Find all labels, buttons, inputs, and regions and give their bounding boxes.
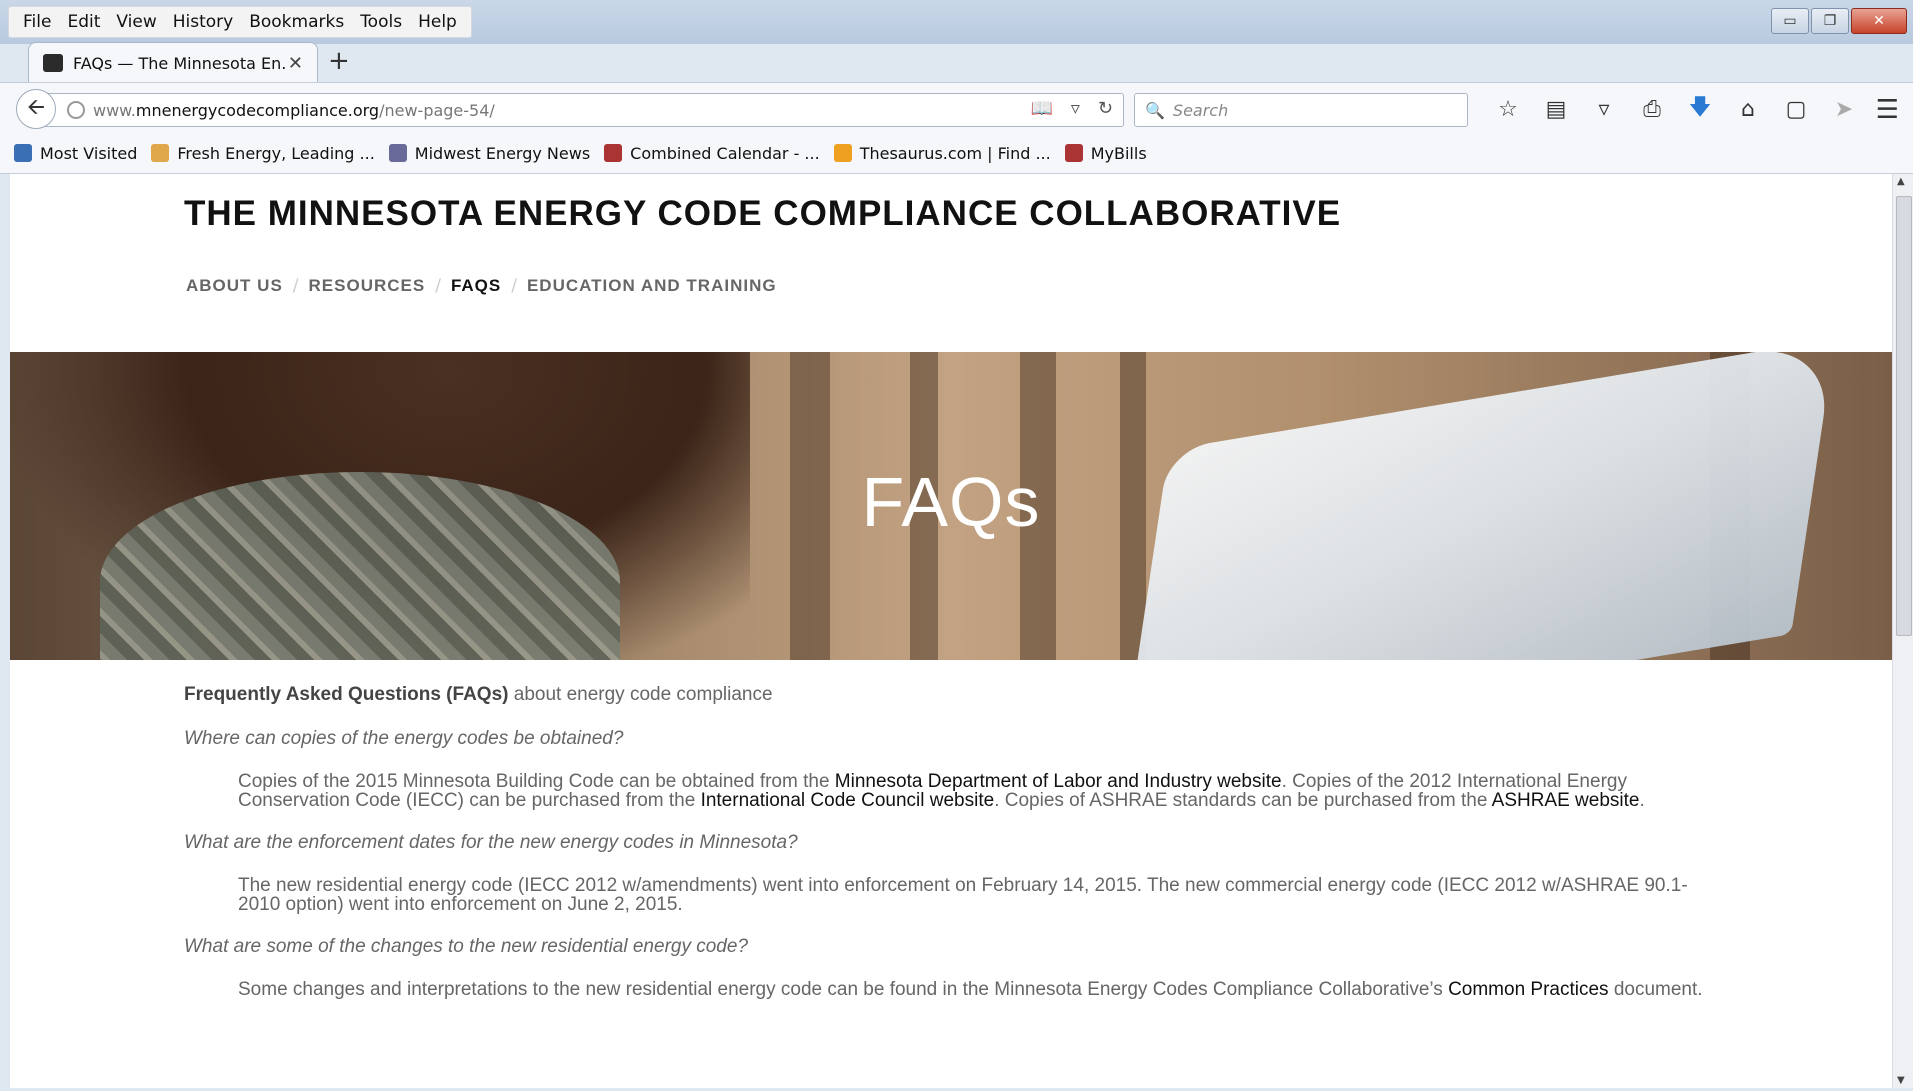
tab-strip: FAQs — The Minnesota En... ✕ + (0, 40, 1913, 83)
navigation-toolbar: www.mnenergycodecompliance.org/new-page-… (0, 82, 1913, 133)
nav-separator: / (435, 276, 441, 296)
scroll-thumb[interactable] (1896, 196, 1912, 636)
url-text[interactable]: www.mnenergycodecompliance.org/new-page-… (93, 101, 495, 120)
site-navigation: ABOUT US / RESOURCES / FAQS / EDUCATION … (186, 276, 777, 296)
bookmark-icon (151, 144, 170, 162)
answer-text: Copies of the 2015 Minnesota Building Co… (238, 771, 835, 792)
intro-bold: Frequently Asked Questions (FAQs) (184, 684, 509, 705)
bookmark-fresh-energy[interactable]: Fresh Energy, Leading ... (151, 144, 375, 163)
nav-separator: / (292, 276, 299, 296)
faq-answer-2: The new residential energy code (IECC 20… (238, 875, 1688, 915)
faq-answer-3: Some changes and interpretations to the … (238, 980, 1708, 999)
pocket-icon[interactable]: ▿ (1580, 95, 1628, 123)
tab-close-icon[interactable]: ✕ (288, 53, 303, 74)
faq-question-2: What are the enforcement dates for the n… (184, 832, 798, 853)
bookmark-icon (388, 144, 407, 162)
scroll-down-arrow-icon[interactable]: ▼ (1897, 1075, 1905, 1086)
restore-button[interactable]: ❐ (1811, 8, 1849, 34)
vertical-scrollbar[interactable]: ▲ ▼ (1892, 174, 1913, 1088)
bookmark-mybills[interactable]: MyBills (1064, 144, 1147, 163)
reload-icon[interactable]: ↻ (1098, 98, 1113, 119)
answer-text: . Copies of ASHRAE standards can be purc… (994, 790, 1492, 811)
answer-text: document. (1608, 979, 1703, 1000)
bookmark-most-visited[interactable]: Most Visited (14, 144, 137, 163)
nav-about-us[interactable]: ABOUT US (186, 276, 283, 296)
bookmark-midwest-energy-news[interactable]: Midwest Energy News (388, 144, 590, 163)
bookmarks-toolbar: Most Visited Fresh Energy, Leading ... M… (0, 133, 1913, 174)
nav-separator: / (511, 276, 517, 296)
bookmark-thesaurus[interactable]: Thesaurus.com | Find ... (833, 144, 1051, 163)
browser-window: File Edit View History Bookmarks Tools H… (0, 0, 1913, 1091)
menu-view[interactable]: View (108, 7, 164, 37)
search-placeholder: Search (1172, 100, 1229, 120)
reader-view-icon[interactable]: 📖 (1030, 98, 1052, 119)
menu-bar: File Edit View History Bookmarks Tools H… (8, 6, 472, 38)
link-icc-website[interactable]: International Code Council website (701, 790, 995, 811)
minimize-button[interactable]: ▭ (1771, 8, 1809, 34)
faq-answer-1: Copies of the 2015 Minnesota Building Co… (238, 772, 1708, 810)
menu-file[interactable]: File (15, 7, 59, 37)
hero-title: FAQs (861, 463, 1041, 541)
faq-question-3: What are some of the changes to the new … (184, 936, 749, 957)
print-icon[interactable]: ⎙ (1628, 95, 1676, 123)
faq-intro: Frequently Asked Questions (FAQs) about … (184, 684, 1724, 706)
url-bar-actions: 📖 ▿ ↻ (1030, 98, 1113, 119)
menu-bookmarks[interactable]: Bookmarks (241, 7, 352, 37)
bookmark-star-icon[interactable]: ☆ (1484, 95, 1532, 123)
window-controls: ▭ ❐ ✕ (1771, 8, 1907, 34)
faq-question-1: Where can copies of the energy codes be … (184, 728, 624, 749)
bookmark-icon (1064, 144, 1083, 162)
menu-edit[interactable]: Edit (59, 7, 108, 37)
nav-education-and-training[interactable]: EDUCATION AND TRAINING (527, 276, 777, 296)
site-favicon-icon (43, 54, 63, 72)
toolbar-icons: ☆ ▤ ▿ ⎙ 🡇 ⌂ ▢ ➤ (1484, 95, 1868, 123)
page-viewport: THE MINNESOTA ENERGY CODE COMPLIANCE COL… (10, 174, 1892, 1088)
dropdown-arrow-icon[interactable]: ▿ (1071, 98, 1080, 119)
nav-resources[interactable]: RESOURCES (309, 276, 426, 296)
bookmark-icon (14, 144, 32, 162)
bookmark-combined-calendar[interactable]: Combined Calendar - ... (604, 144, 820, 163)
bookmark-icon (833, 144, 852, 162)
nav-faqs[interactable]: FAQS (451, 276, 501, 296)
home-icon[interactable]: ⌂ (1724, 95, 1772, 123)
search-bar[interactable]: 🔍 Search (1134, 93, 1468, 127)
title-bar: File Edit View History Bookmarks Tools H… (0, 0, 1913, 44)
site-title[interactable]: THE MINNESOTA ENERGY CODE COMPLIANCE COL… (184, 194, 1341, 234)
site-identity-icon[interactable] (67, 101, 85, 119)
tab-faqs[interactable]: FAQs — The Minnesota En... ✕ (28, 42, 318, 83)
close-window-button[interactable]: ✕ (1851, 8, 1907, 34)
new-tab-button[interactable]: + (328, 46, 350, 76)
answer-text: . (1639, 790, 1645, 811)
menu-help[interactable]: Help (410, 7, 465, 37)
share-icon[interactable]: ➤ (1820, 95, 1868, 123)
link-ashrae-website[interactable]: ASHRAE website (1492, 790, 1640, 811)
fullscreen-icon[interactable]: ▢ (1772, 95, 1820, 123)
faq-content: Frequently Asked Questions (FAQs) about … (184, 684, 1724, 999)
scroll-up-arrow-icon[interactable]: ▲ (1897, 176, 1905, 187)
back-button[interactable]: 🡨 (16, 89, 56, 129)
link-mn-dli-website[interactable]: Minnesota Department of Labor and Indust… (835, 771, 1282, 792)
search-icon: 🔍 (1145, 100, 1165, 120)
downloads-icon[interactable]: 🡇 (1676, 95, 1724, 123)
bookmarks-menu-icon[interactable]: ▤ (1532, 95, 1580, 123)
link-common-practices[interactable]: Common Practices (1448, 979, 1609, 1000)
menu-history[interactable]: History (165, 7, 241, 37)
hero-banner: FAQs (10, 352, 1892, 660)
hamburger-menu-icon[interactable]: ☰ (1876, 95, 1899, 125)
intro-text: about energy code compliance (508, 684, 773, 705)
tab-title: FAQs — The Minnesota En... (73, 53, 288, 73)
bookmark-icon (604, 144, 623, 162)
menu-tools[interactable]: Tools (352, 7, 410, 37)
url-bar[interactable]: www.mnenergycodecompliance.org/new-page-… (36, 93, 1124, 127)
answer-text: Some changes and interpretations to the … (238, 979, 1449, 1000)
